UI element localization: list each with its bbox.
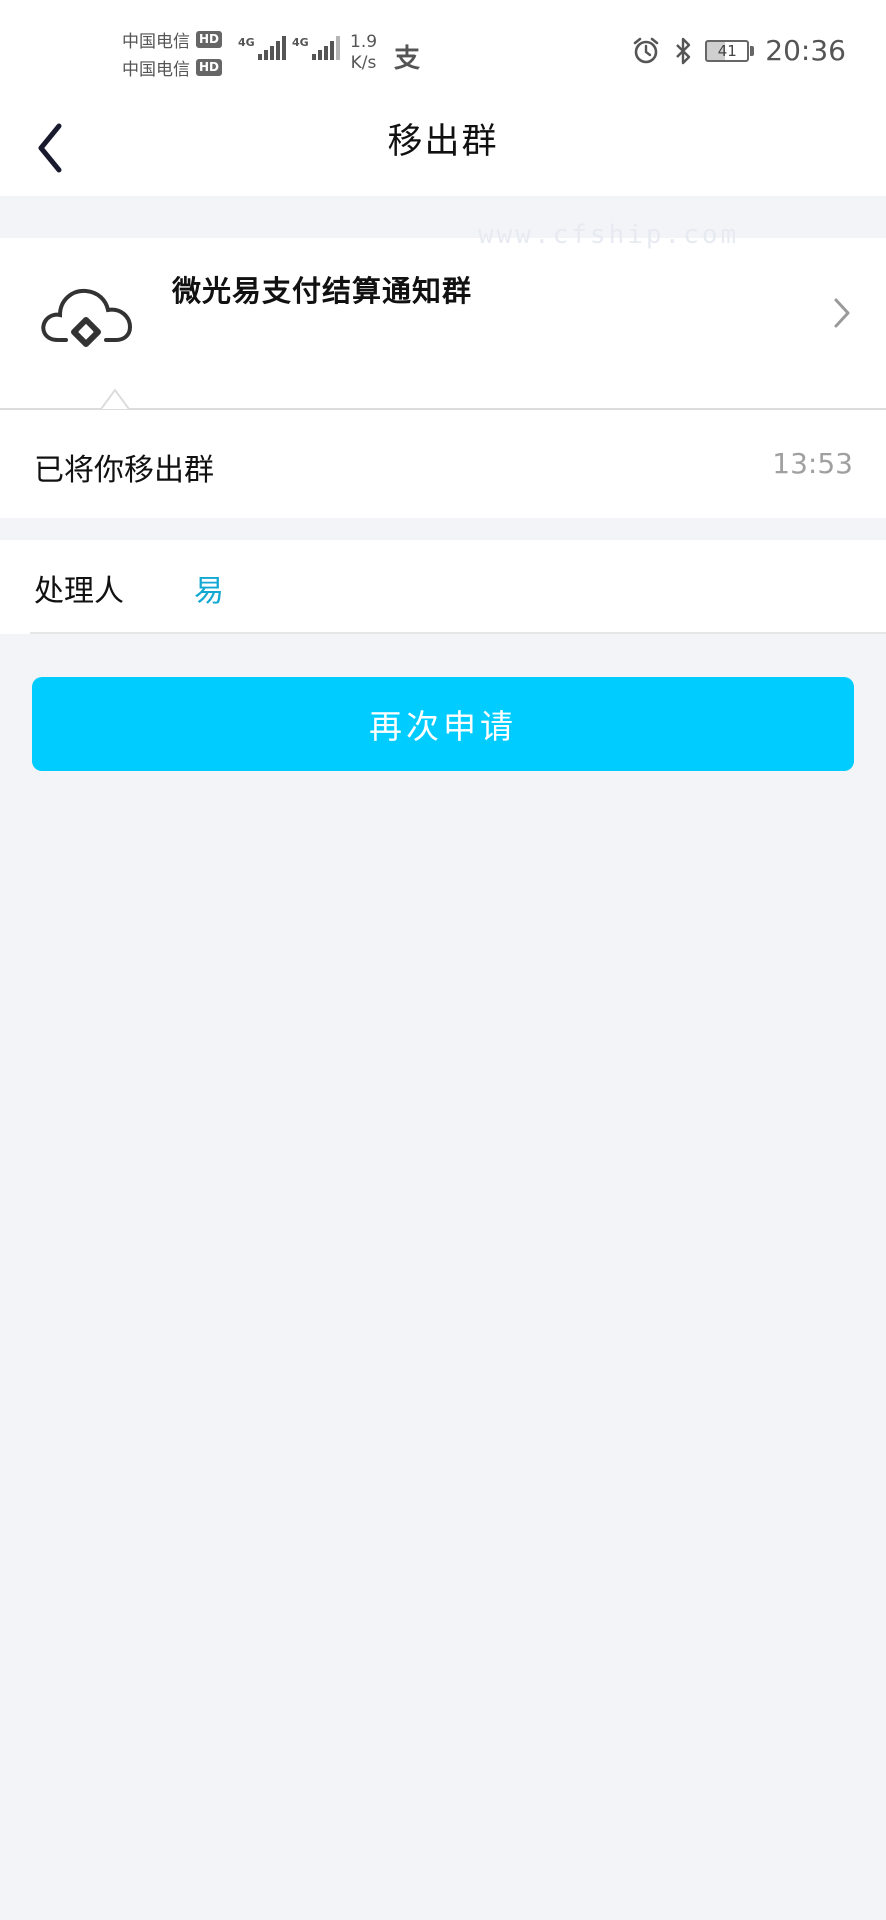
network-type-2: 4G bbox=[292, 36, 309, 49]
carrier-2: 中国电信 HD bbox=[122, 56, 223, 80]
network-speed-unit: K/s bbox=[350, 53, 377, 73]
nav-bar: 移出群 bbox=[0, 100, 886, 196]
handler-row bbox=[0, 540, 886, 634]
reapply-button[interactable]: 再次申请 bbox=[32, 677, 854, 771]
hd-badge-1: HD bbox=[196, 30, 223, 48]
network-speed-value: 1.9 bbox=[350, 32, 378, 52]
status-bar: 中国电信 HD 中国电信 HD 4G 4G 1.9 K/s 支 41 20:36 bbox=[0, 0, 886, 100]
network-type-1: 4G bbox=[238, 36, 255, 49]
chevron-left-icon bbox=[38, 123, 62, 173]
battery-level: 41 bbox=[717, 41, 737, 60]
page-title: 移出群 bbox=[387, 122, 499, 162]
watermark: www.cfship.com bbox=[478, 220, 740, 250]
bluetooth-icon bbox=[676, 37, 691, 64]
handler-name-link[interactable]: 易 bbox=[194, 566, 224, 610]
handler-label: 处理人 bbox=[34, 574, 124, 609]
status-time: 20:36 bbox=[765, 34, 846, 67]
carrier-1-label: 中国电信 bbox=[122, 31, 190, 52]
carrier-2-label: 中国电信 bbox=[122, 59, 190, 80]
back-button[interactable] bbox=[28, 120, 72, 176]
pointer-arrow bbox=[101, 388, 129, 410]
message-text: 已将你移出群 bbox=[34, 453, 214, 488]
group-name: 微光易支付结算通知群 bbox=[172, 274, 473, 308]
alipay-icon: 支 bbox=[394, 44, 421, 74]
network-speed: 1.9 K/s bbox=[350, 32, 377, 74]
alarm-icon bbox=[633, 37, 659, 63]
carrier-1: 中国电信 HD bbox=[122, 28, 223, 52]
chevron-right-icon bbox=[834, 298, 850, 328]
battery-icon: 41 bbox=[705, 39, 755, 62]
signal-strength-icon-1: 4G bbox=[238, 36, 288, 60]
signal-strength-icon-2: 4G bbox=[292, 36, 342, 60]
divider bbox=[30, 632, 886, 634]
cloud-logo-icon bbox=[41, 288, 133, 347]
message-time: 13:53 bbox=[772, 447, 853, 480]
hd-badge-2: HD bbox=[196, 58, 223, 76]
status-right: 41 20:36 bbox=[631, 34, 846, 67]
